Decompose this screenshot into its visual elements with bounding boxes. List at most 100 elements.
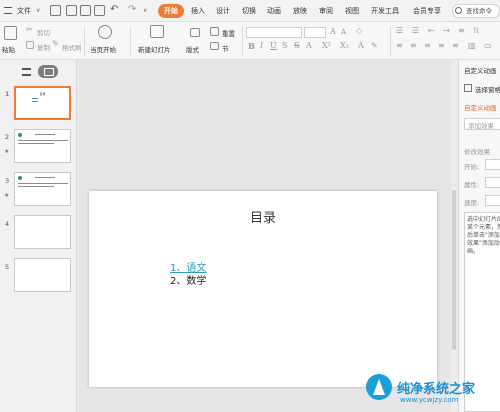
play-from-current-button[interactable]: 当页开始 bbox=[90, 44, 116, 54]
char-spacing-icon[interactable]: A bbox=[358, 41, 364, 50]
cut-icon[interactable]: ✂ bbox=[26, 25, 33, 34]
layout-button[interactable]: 版式 bbox=[186, 44, 199, 54]
slide-number: 1 bbox=[5, 90, 10, 98]
section-button[interactable]: 节 bbox=[222, 43, 229, 53]
slide-thumbnail-2[interactable] bbox=[14, 129, 71, 163]
animation-star-icon: ★ bbox=[4, 148, 10, 155]
undo-icon[interactable]: ↶ bbox=[110, 4, 118, 15]
property-select[interactable] bbox=[485, 177, 500, 188]
text-box-icon[interactable]: ▭ bbox=[484, 41, 492, 50]
cut-button[interactable]: 剪切 bbox=[37, 27, 50, 37]
format-painter-button[interactable]: 格式刷 bbox=[62, 42, 82, 52]
slide-title[interactable]: 目录 bbox=[89, 207, 437, 226]
search-icon bbox=[455, 7, 462, 14]
play-icon[interactable] bbox=[98, 25, 112, 39]
slide-thumbnail-3[interactable] bbox=[14, 172, 71, 206]
columns-icon[interactable]: ▥ bbox=[468, 41, 476, 50]
decrease-font-icon[interactable]: A bbox=[341, 28, 346, 36]
custom-animation-title: 自定义动画 bbox=[464, 104, 497, 112]
tab-view[interactable]: 视图 bbox=[345, 4, 359, 18]
selection-pane-icon[interactable] bbox=[464, 84, 472, 92]
file-menu[interactable]: 文件 bbox=[14, 4, 34, 18]
copy-icon[interactable] bbox=[26, 41, 34, 49]
speed-select[interactable] bbox=[485, 195, 500, 206]
print-icon[interactable] bbox=[80, 5, 91, 16]
speed-label: 速度: bbox=[464, 199, 480, 207]
subscript-icon[interactable]: X₂ bbox=[340, 41, 349, 50]
new-slide-button[interactable]: 新建幻灯片 bbox=[138, 44, 171, 54]
redo-icon[interactable]: ↷ bbox=[128, 4, 136, 15]
align-right-icon[interactable]: ≡ bbox=[424, 41, 431, 50]
custom-animation-pane: 自定义动画 选择窗格 自定义动画 添加效果 修改效果 开始: 属性: 速度: 选… bbox=[458, 60, 500, 412]
slide-thumbnail-4[interactable] bbox=[14, 215, 71, 249]
text-direction-icon[interactable]: ⇅ bbox=[473, 26, 480, 35]
export-pdf-icon[interactable] bbox=[66, 5, 77, 16]
ribbon-toolbar: 粘贴 ✂ 剪切 复制 ✎ 格式刷 当页开始 新建幻灯片 版式 重置 节 A A … bbox=[0, 22, 500, 60]
decrease-indent-icon[interactable]: ⇤ bbox=[428, 26, 435, 35]
slide-number: 3 bbox=[5, 177, 10, 185]
tab-design[interactable]: 设计 bbox=[216, 4, 230, 18]
menu-icon[interactable] bbox=[4, 7, 12, 14]
underline-icon[interactable]: U bbox=[270, 41, 277, 50]
justify-icon[interactable]: ≡ bbox=[438, 41, 445, 50]
highlight-icon[interactable]: ✎ bbox=[371, 41, 378, 50]
tab-review[interactable]: 审阅 bbox=[319, 4, 333, 18]
layout-icon[interactable] bbox=[190, 28, 200, 37]
reset-button[interactable]: 重置 bbox=[222, 28, 235, 38]
tab-insert[interactable]: 插入 bbox=[191, 4, 205, 18]
start-select[interactable] bbox=[485, 159, 500, 170]
clear-format-icon[interactable]: ◇ bbox=[356, 26, 362, 35]
outline-view-icon[interactable] bbox=[22, 68, 31, 76]
line-spacing-icon[interactable]: ≡ bbox=[458, 26, 465, 35]
watermark-logo-icon bbox=[366, 374, 392, 400]
new-slide-icon[interactable] bbox=[150, 25, 164, 38]
chevron-down-icon[interactable]: ∨ bbox=[143, 7, 147, 14]
bold-icon[interactable]: B bbox=[248, 41, 255, 51]
print-preview-icon[interactable] bbox=[94, 5, 105, 16]
chevron-down-icon[interactable]: ∨ bbox=[36, 7, 40, 14]
tab-developer[interactable]: 开发工具 bbox=[371, 4, 399, 18]
tab-animation[interactable]: 动画 bbox=[267, 4, 281, 18]
font-name-select[interactable] bbox=[246, 27, 302, 38]
save-icon[interactable] bbox=[50, 5, 61, 16]
slide-number: 4 bbox=[5, 220, 10, 228]
toc-item[interactable]: 2、数学 bbox=[170, 272, 206, 287]
numbered-list-icon[interactable]: ☰ bbox=[412, 26, 419, 35]
increase-indent-icon[interactable]: ⇥ bbox=[443, 26, 450, 35]
distribute-icon[interactable]: ≡ bbox=[452, 41, 459, 50]
font-size-select[interactable] bbox=[304, 27, 326, 38]
slide-number: 5 bbox=[5, 263, 10, 271]
shadow-icon[interactable]: S bbox=[282, 41, 287, 50]
strikethrough-icon[interactable]: S bbox=[294, 41, 299, 50]
watermark-text: 纯净系统之家 bbox=[397, 382, 476, 397]
tab-transition[interactable]: 切换 bbox=[242, 4, 256, 18]
animation-hint: 选中幻灯片的某个元素，然后单击"添加效果"添加动画。 bbox=[467, 216, 500, 255]
bullet-list-icon[interactable]: ☰ bbox=[396, 26, 403, 35]
current-slide[interactable]: 目录 1、语文 2、数学 bbox=[89, 191, 437, 387]
add-effect-label: 添加效果 bbox=[468, 122, 494, 130]
thumbnail-title: 目录 bbox=[39, 92, 46, 96]
align-center-icon[interactable]: ≡ bbox=[410, 41, 417, 50]
menu-bar: 文件 ∨ ↶ ↷ ∨ 开始 插入 设计 切换 动画 放映 审阅 视图 开发工具 … bbox=[0, 0, 500, 22]
format-painter-icon[interactable]: ✎ bbox=[52, 39, 59, 48]
selection-pane-button[interactable]: 选择窗格 bbox=[475, 84, 500, 94]
italic-icon[interactable]: I bbox=[260, 41, 263, 50]
increase-font-icon[interactable]: A bbox=[330, 27, 336, 36]
paste-button[interactable]: 粘贴 bbox=[2, 44, 15, 54]
slide-thumbnail-1[interactable]: 目录 bbox=[14, 86, 71, 120]
align-left-icon[interactable]: ≡ bbox=[396, 41, 403, 50]
modify-effect-label: 修改效果 bbox=[464, 148, 490, 156]
tab-member[interactable]: 会员专享 bbox=[413, 4, 441, 18]
paste-icon[interactable] bbox=[4, 26, 17, 40]
superscript-icon[interactable]: X² bbox=[322, 41, 331, 50]
copy-button[interactable]: 复制 bbox=[37, 42, 50, 52]
tab-start[interactable]: 开始 bbox=[158, 4, 184, 18]
property-label: 属性: bbox=[464, 181, 480, 189]
scrollbar-thumb[interactable] bbox=[452, 190, 456, 350]
font-color-icon[interactable]: A bbox=[306, 41, 312, 50]
slides-view-icon[interactable] bbox=[38, 65, 58, 78]
section-icon[interactable] bbox=[210, 42, 219, 50]
tab-slideshow[interactable]: 放映 bbox=[293, 4, 307, 18]
reset-icon[interactable] bbox=[210, 27, 219, 36]
slide-thumbnail-5[interactable] bbox=[14, 258, 71, 292]
